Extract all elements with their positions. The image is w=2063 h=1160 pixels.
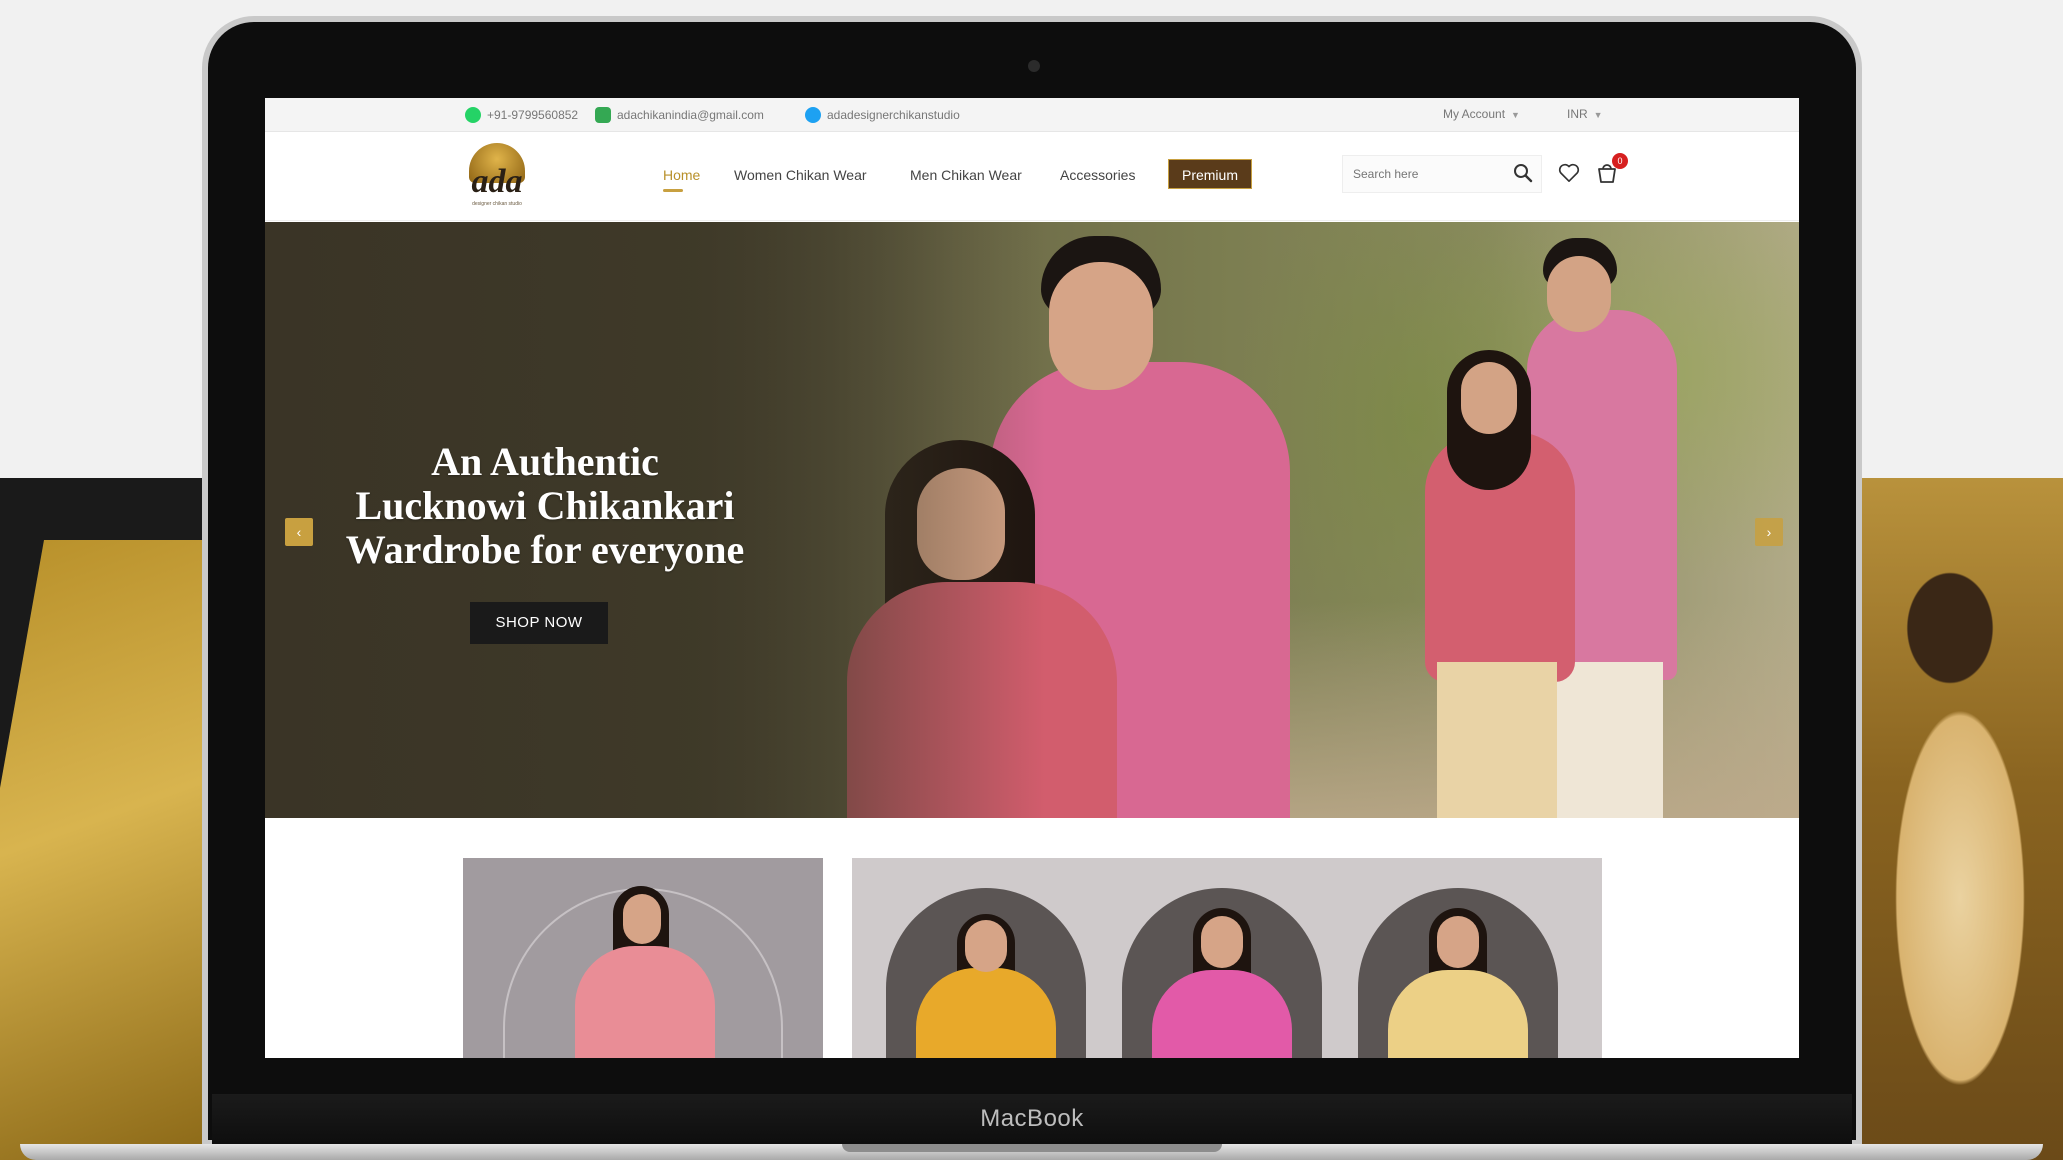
hero-headline: An Authentic Lucknowi Chikankari Wardrob… (345, 439, 745, 572)
promo-model-face (1437, 916, 1479, 968)
promo-model-face (623, 894, 661, 944)
main-header: ada designer chikan studio Home Women Ch… (265, 133, 1799, 221)
skype-icon (805, 107, 821, 123)
hero-model-man-back-face (1547, 256, 1611, 332)
laptop-screen: +91-9799560852 adachikanindia@gmail.com … (265, 98, 1799, 1058)
promo-model-body (575, 946, 715, 1058)
search-icon[interactable] (1513, 163, 1533, 183)
nav-home[interactable]: Home (663, 167, 701, 192)
laptop-base-notch (842, 1144, 1222, 1152)
heart-icon[interactable] (1558, 163, 1580, 183)
device-label: MacBook (980, 1105, 1084, 1132)
search-input[interactable] (1342, 155, 1542, 193)
nav-men-chikan-wear[interactable]: Men Chikan Wear (910, 167, 1022, 183)
promo-model-face (1201, 916, 1243, 968)
nav-home-label: Home (663, 167, 701, 183)
promo-banner-saree[interactable] (463, 858, 823, 1058)
nav-premium-label: Premium (1181, 167, 1238, 183)
arrow-right-icon[interactable]: › (1755, 518, 1783, 546)
site-logo[interactable]: ada designer chikan studio (457, 143, 537, 213)
email-contact[interactable]: adachikanindia@gmail.com (595, 107, 764, 123)
hero-model-man-back-legs (1547, 662, 1663, 818)
logo-wordmark: ada (471, 163, 523, 200)
skype-contact[interactable]: adadesignerchikanstudio (805, 107, 960, 123)
arrow-left-icon[interactable]: ‹ (285, 518, 313, 546)
top-info-bar: +91-9799560852 adachikanindia@gmail.com … (265, 98, 1799, 132)
nav-accessories[interactable]: Accessories (1060, 167, 1135, 183)
promo-banner-collection[interactable] (852, 858, 1602, 1058)
promo-model-face (965, 920, 1007, 972)
nav-premium-button[interactable]: Premium (1168, 159, 1252, 189)
email-address: adachikanindia@gmail.com (617, 108, 764, 122)
nav-women-label: Women Chikan Wear (734, 167, 867, 183)
whatsapp-icon (465, 107, 481, 123)
nav-women-chikan-wear[interactable]: Women Chikan Wear (734, 167, 867, 183)
backdrop-model-photo (1860, 478, 2063, 1160)
chevron-down-icon: ▼ (1511, 110, 1520, 120)
hero-slider: An Authentic Lucknowi Chikankari Wardrob… (265, 222, 1799, 818)
logo-tagline: designer chikan studio (472, 201, 522, 207)
cart-count-badge: 0 (1612, 153, 1628, 169)
laptop-camera (1028, 60, 1040, 72)
skype-handle: adadesignerchikanstudio (827, 108, 960, 122)
currency-label: INR (1567, 107, 1588, 121)
my-account-dropdown[interactable]: My Account ▼ (1443, 107, 1520, 121)
hero-model-woman-back-face (1461, 362, 1517, 434)
backdrop-gold-panel (0, 540, 220, 1160)
nav-men-label: Men Chikan Wear (910, 167, 1022, 183)
promo-model-body (916, 968, 1056, 1058)
my-account-label: My Account (1443, 107, 1506, 121)
chevron-down-icon: ▼ (1593, 110, 1603, 120)
hero-model-woman-back-legs (1437, 662, 1557, 818)
laptop-chin: MacBook (212, 1094, 1852, 1144)
shop-now-button[interactable]: SHOP NOW (470, 602, 608, 644)
mail-icon (595, 107, 611, 123)
currency-dropdown[interactable]: INR ▼ (1567, 107, 1603, 121)
hero-model-man-front-face (1049, 262, 1153, 390)
phone-contact[interactable]: +91-9799560852 (465, 107, 578, 123)
nav-active-indicator (663, 189, 683, 192)
phone-number: +91-9799560852 (487, 108, 579, 122)
nav-accessories-label: Accessories (1060, 167, 1136, 183)
